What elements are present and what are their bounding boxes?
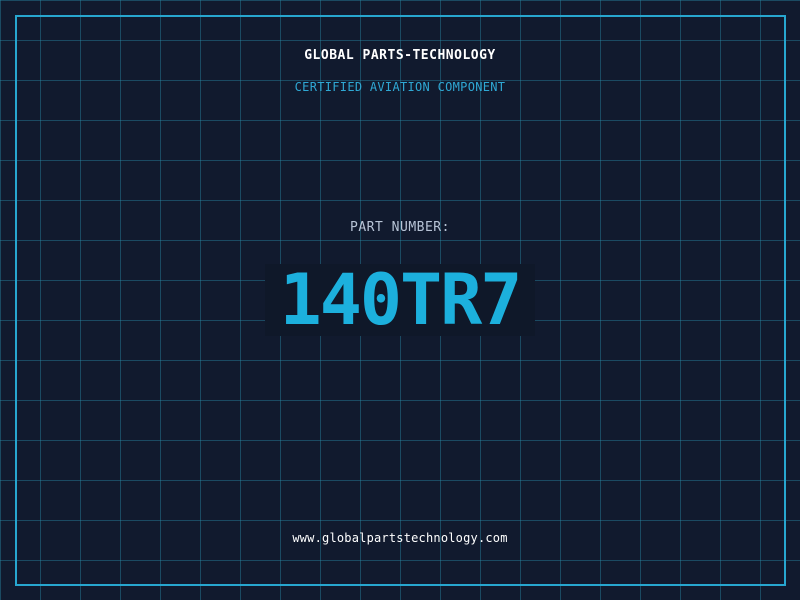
certificate-page: GLOBAL PARTS-TECHNOLOGY CERTIFIED AVIATI… xyxy=(0,0,800,600)
part-number-value: 140TR7 xyxy=(279,259,523,341)
part-number-panel: 140TR7 xyxy=(265,264,535,336)
certification-subtitle: CERTIFIED AVIATION COMPONENT xyxy=(294,80,506,94)
company-name: GLOBAL PARTS-TECHNOLOGY xyxy=(304,48,496,63)
part-number-label: PART NUMBER: xyxy=(350,220,450,235)
website-url: www.globalpartstechnology.com xyxy=(292,531,508,545)
